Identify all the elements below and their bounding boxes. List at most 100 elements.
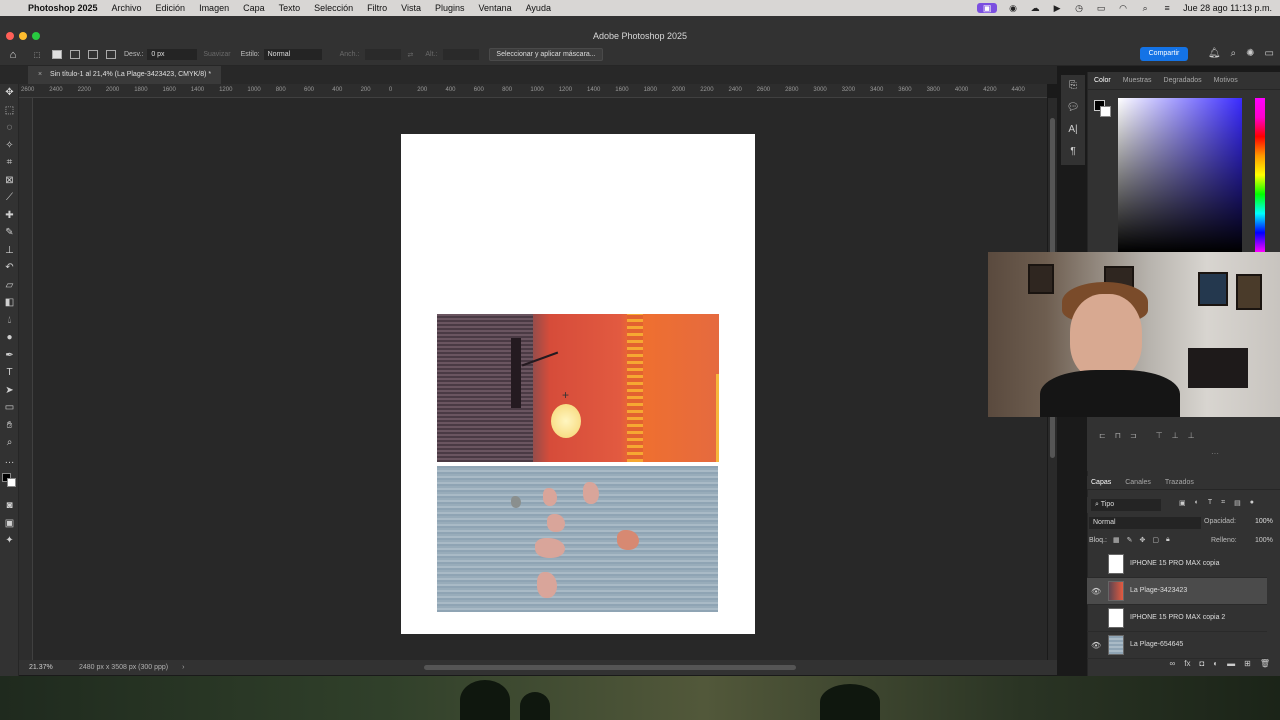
layer-visibility-icon[interactable]: 👁︎ [1091,641,1101,650]
lock-all-icon[interactable]: 🔒︎ [1166,536,1170,544]
hue-slider[interactable] [1255,98,1265,252]
filter-smart-object-icon[interactable]: ▤ [1234,499,1241,507]
zoom-tool-icon[interactable]: ⌕ [0,434,19,452]
align-right-icon[interactable]: ⊐ [1130,431,1137,440]
filter-toggle-icon[interactable]: ● [1250,499,1254,507]
menu-ventana[interactable]: Ventana [479,3,512,13]
menu-app-name[interactable]: Photoshop 2025 [28,3,98,13]
feather-input[interactable]: 0 px [147,49,198,60]
pen-tool-icon[interactable]: ✒ [0,347,19,365]
home-icon[interactable]: ⌂ [0,49,26,61]
tab-patterns[interactable]: Motivos [1214,77,1238,84]
adjustment-layer-icon[interactable]: ◐ [1213,659,1218,671]
blur-tool-icon[interactable]: 💧︎ [0,312,19,330]
lasso-tool-icon[interactable]: ◌ [0,119,19,137]
align-bottom-icon[interactable]: ⊥ [1188,431,1195,440]
layer-row[interactable]: IPHONE 15 PRO MAX copia [1087,551,1267,578]
new-group-icon[interactable]: ▬ [1227,659,1235,671]
workspace-icon[interactable]: ▭ [1265,48,1274,59]
tab-color[interactable]: Color [1094,77,1111,84]
more-tools-icon[interactable]: … [0,452,19,470]
color-field[interactable] [1118,98,1242,252]
new-selection-icon[interactable] [52,50,62,59]
color-swatches[interactable] [0,469,19,497]
tab-layers[interactable]: Capas [1091,479,1111,486]
close-tab-icon[interactable]: × [38,71,42,78]
brush-tool-icon[interactable]: ✎ [0,224,19,242]
lock-artboard-icon[interactable]: ▢ [1152,536,1159,544]
gradient-tool-icon[interactable]: ◧ [0,294,19,312]
new-layer-icon[interactable]: ⊞ [1244,659,1251,671]
opacity-input[interactable]: 100% [1255,518,1273,525]
creative-cloud-icon[interactable]: ☁ [1029,3,1041,13]
menu-seleccion[interactable]: Selección [314,3,353,13]
lock-position-icon[interactable]: ✥ [1140,536,1146,544]
eraser-tool-icon[interactable]: ▱ [0,277,19,295]
control-center-icon[interactable]: ≡ [1161,3,1173,13]
layer-style-icon[interactable]: fx [1184,659,1190,671]
menu-archivo[interactable]: Archivo [112,3,142,13]
filter-adjustment-icon[interactable]: ◐ [1195,499,1199,507]
close-window-icon[interactable] [6,32,14,40]
style-select[interactable]: Normal [263,49,322,60]
filter-type-icon[interactable]: T [1208,499,1212,507]
menubar-clock[interactable]: Jue 28 ago 11:13 p.m. [1183,3,1272,13]
link-layers-icon[interactable]: ∞ [1170,659,1176,671]
play-icon[interactable]: ▶ [1051,3,1063,13]
menu-edicion[interactable]: Edición [156,3,186,13]
lock-pixels-icon[interactable]: ✎ [1127,536,1133,544]
wifi-icon[interactable]: ◠ [1117,3,1129,13]
character-panel-icon[interactable]: A| [1061,119,1085,141]
lock-transparency-icon[interactable]: ▦ [1113,536,1120,544]
swap-dimensions-icon[interactable]: ⇄ [407,51,413,59]
clock-icon[interactable]: ◷ [1073,3,1085,13]
more-options-icon[interactable]: ··· [1211,449,1219,458]
rectangular-marquee-tool-icon[interactable]: ⬚ [0,102,19,120]
marquee-tool-preset-icon[interactable]: ⬚ [26,51,48,59]
crop-tool-icon[interactable]: ⌗ [0,154,19,172]
status-chevron-icon[interactable]: › [182,664,184,671]
search-icon[interactable]: ⌕ [1231,48,1237,59]
menu-imagen[interactable]: Imagen [199,3,229,13]
horizontal-scrollbar[interactable] [424,665,796,670]
clone-stamp-tool-icon[interactable]: ⊥ [0,242,19,260]
align-middle-icon[interactable]: ⊥ [1172,431,1179,440]
layer-row-selected[interactable]: 👁︎ La Plage-3423423 [1087,578,1267,605]
align-top-icon[interactable]: ⊤ [1156,431,1163,440]
layer-row[interactable]: 👁︎ La Plage-654645 [1087,632,1267,659]
menu-plugins[interactable]: Plugins [435,3,465,13]
menu-capa[interactable]: Capa [243,3,265,13]
menu-filtro[interactable]: Filtro [367,3,387,13]
layer-row[interactable]: IPHONE 15 PRO MAX copia 2 [1087,605,1267,632]
dodge-tool-icon[interactable]: ● [0,329,19,347]
zoom-level[interactable]: 21.37% [19,664,79,671]
select-and-mask-button[interactable]: Seleccionar y aplicar máscara... [489,48,603,61]
eyedropper-tool-icon[interactable]: ⟋ [0,189,19,207]
app-status-icon[interactable]: ◉ [1007,3,1019,13]
layer-image-sunset[interactable] [437,314,719,462]
minimize-window-icon[interactable] [19,32,27,40]
tab-channels[interactable]: Canales [1125,479,1151,486]
anti-alias-checkbox[interactable]: Suavizar [203,51,230,58]
height-input[interactable] [443,49,480,60]
frame-tool-icon[interactable]: ⊠ [0,172,19,190]
tab-swatches[interactable]: Muestras [1123,77,1152,84]
document-tab[interactable]: × Sin título-1 al 21,4% (La Plage-342342… [28,66,222,84]
subtract-selection-icon[interactable] [88,50,98,59]
layer-kind-filter-select[interactable]: ⌕ Tipo [1091,499,1161,511]
document-artboard[interactable] [401,134,755,634]
maximize-window-icon[interactable] [32,32,40,40]
tab-paths[interactable]: Trazados [1165,479,1194,486]
notifications-icon[interactable]: 🔔︎ [1208,48,1221,59]
add-selection-icon[interactable] [70,50,80,59]
menu-ayuda[interactable]: Ayuda [526,3,551,13]
type-tool-icon[interactable]: T [0,364,19,382]
quick-mask-icon[interactable]: ◙ [0,497,19,515]
move-tool-icon[interactable]: ✥ [0,84,19,102]
width-input[interactable] [365,49,402,60]
menu-vista[interactable]: Vista [401,3,421,13]
paragraph-panel-icon[interactable]: ¶ [1061,141,1085,163]
filter-shape-icon[interactable]: ⌗ [1221,499,1225,507]
comments-panel-icon[interactable]: 💬︎ [1061,97,1085,119]
history-brush-tool-icon[interactable]: ↶ [0,259,19,277]
